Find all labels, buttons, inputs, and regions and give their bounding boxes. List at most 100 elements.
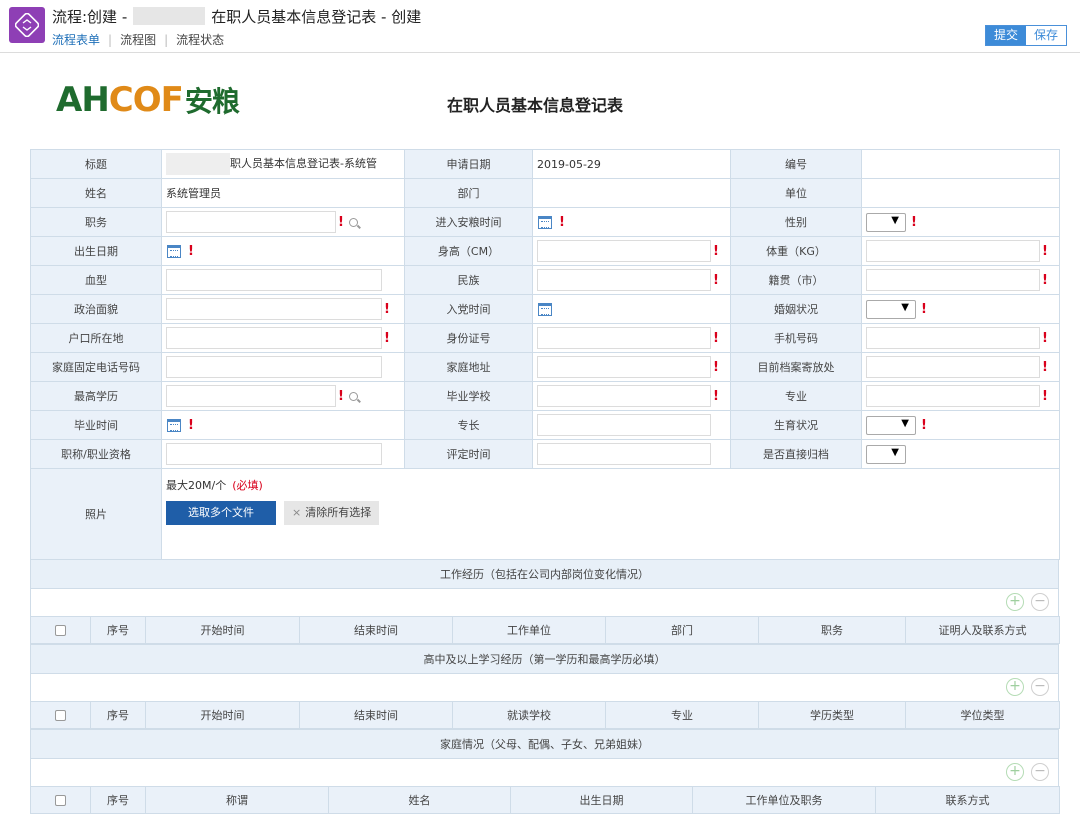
height-input[interactable] [537,240,711,262]
column-header: 职务 [758,616,906,644]
weight-cell: ! [861,236,1060,266]
blood-input[interactable] [166,269,382,291]
title-qual-input[interactable] [166,443,382,465]
fertility-select[interactable] [866,415,916,435]
tab-flowchart[interactable]: 流程图 [120,33,156,47]
eval-date-cell [532,439,731,469]
remove-row-icon[interactable]: − [1031,678,1049,696]
column-header: 结束时间 [299,616,453,644]
native-cell: ! [861,265,1060,295]
ethnic-cell: ! [532,265,731,295]
window-title: 流程:创建 - 在职人员基本信息登记表 - 创建 [52,6,421,27]
tab-separator: | [108,33,113,47]
family-toolbar: + − [30,759,1059,786]
direct-archive-select[interactable] [866,444,906,464]
column-header: 序号 [90,701,146,729]
required-mark: ! [713,330,719,346]
add-row-icon[interactable]: + [1006,678,1024,696]
id-label: 身份证号 [404,323,533,353]
required-mark: ! [1042,359,1048,375]
archive-cell: ! [861,352,1060,382]
family-header: 序号 称谓 姓名 出生日期 工作单位及职务 联系方式 [30,786,1060,814]
company-logo: AHCOF安粮 [56,80,240,120]
id-input[interactable] [537,327,711,349]
calendar-icon[interactable] [538,302,552,316]
submit-button[interactable]: 提交 [986,26,1026,45]
major-cell: ! [861,381,1060,411]
add-row-icon[interactable]: + [1006,763,1024,781]
column-header: 专业 [605,701,759,729]
hukou-cell: ! [161,323,405,353]
home-phone-cell [161,352,405,382]
major-input[interactable] [866,385,1040,407]
political-input[interactable] [166,298,382,320]
tab-form[interactable]: 流程表单 [52,33,100,47]
title-suffix: 在职人员基本信息登记表 - 创建 [211,8,422,26]
direct-archive-cell [861,439,1060,469]
remove-row-icon[interactable]: − [1031,763,1049,781]
archive-input[interactable] [866,356,1040,378]
logo-cof: COF [108,80,184,120]
marital-select[interactable] [866,299,916,319]
home-phone-label: 家庭固定电话号码 [30,352,162,382]
work-history-section: 工作经历（包括在公司内部岗位变化情况） + − 序号 开始时间 结束时间 工作单… [30,559,1060,644]
column-header: 姓名 [328,786,511,814]
ethnic-input[interactable] [537,269,711,291]
add-row-icon[interactable]: + [1006,593,1024,611]
blood-label: 血型 [30,265,162,295]
column-header: 就读学校 [452,701,606,729]
mobile-input[interactable] [866,327,1040,349]
tab-status[interactable]: 流程状态 [176,33,224,47]
position-input[interactable] [166,211,336,233]
fertility-cell: ! [861,410,1060,440]
action-buttons: 提交 保存 [985,25,1067,46]
party-date-cell [532,294,731,324]
select-all-checkbox[interactable] [55,625,66,636]
search-icon[interactable] [348,217,358,227]
save-button[interactable]: 保存 [1026,26,1066,45]
pick-files-button[interactable]: 选取多个文件 [166,501,276,525]
gender-select[interactable] [866,212,906,232]
column-header: 工作单位及职务 [692,786,876,814]
calendar-icon[interactable] [167,418,181,432]
number-label: 编号 [730,149,862,179]
work-history-toolbar: + − [30,589,1059,616]
join-date-label: 进入安粮时间 [404,207,533,237]
select-all-checkbox[interactable] [55,710,66,721]
edu-input[interactable] [166,385,336,407]
work-history-title: 工作经历（包括在公司内部岗位变化情况） [30,559,1059,589]
select-all-cell [30,786,91,814]
name-value: 系统管理员 [161,178,405,208]
specialty-input[interactable] [537,414,711,436]
apply-date-label: 申请日期 [404,149,533,179]
id-cell: ! [532,323,731,353]
logo-ah: AH [56,80,110,120]
photo-required-tag: (必填) [232,479,263,492]
mobile-cell: ! [861,323,1060,353]
weight-input[interactable] [866,240,1040,262]
major-label: 专业 [730,381,862,411]
hukou-input[interactable] [166,327,382,349]
family-section: 家庭情况（父母、配偶、子女、兄弟姐妹） + − 序号 称谓 姓名 出生日期 工作… [30,729,1060,814]
school-input[interactable] [537,385,711,407]
blood-cell [161,265,405,295]
required-mark: ! [911,214,917,230]
native-input[interactable] [866,269,1040,291]
column-header: 证明人及联系方式 [905,616,1060,644]
remove-row-icon[interactable]: − [1031,593,1049,611]
position-cell: ! [161,207,405,237]
required-mark: ! [384,330,390,346]
form-title: 在职人员基本信息登记表 [447,96,624,115]
eval-date-input[interactable] [537,443,711,465]
calendar-icon[interactable] [538,215,552,229]
calendar-icon[interactable] [167,244,181,258]
home-phone-input[interactable] [166,356,382,378]
education-section: 高中及以上学习经历（第一学历和最高学历必填） + − 序号 开始时间 结束时间 … [30,644,1060,729]
specialty-cell [532,410,731,440]
political-cell: ! [161,294,405,324]
select-all-checkbox[interactable] [55,795,66,806]
search-icon[interactable] [348,391,358,401]
clear-selection-button[interactable]: × 清除所有选择 [284,501,380,525]
grad-date-label: 毕业时间 [30,410,162,440]
home-addr-input[interactable] [537,356,711,378]
